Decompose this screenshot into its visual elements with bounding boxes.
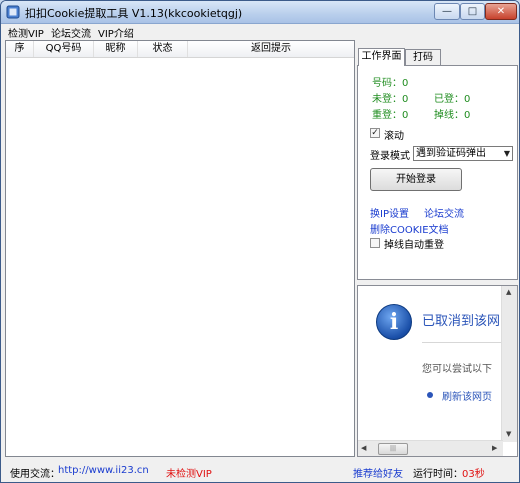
menu-vip-intro[interactable]: VIP介绍 — [98, 25, 134, 40]
tab-work[interactable]: 工作界面 — [358, 48, 405, 66]
close-button[interactable]: ✕ — [485, 3, 517, 20]
drop-stat: 掉线：0 — [434, 110, 471, 121]
maximize-button[interactable]: □ — [460, 3, 485, 20]
menu-bar: 检测VIP 论坛交流 VIP介绍 — [1, 24, 519, 40]
column-header-status[interactable]: 状态 — [138, 41, 188, 57]
chevron-down-icon: ▼ — [503, 149, 510, 158]
done-stat: 已登：0 — [434, 94, 471, 105]
refresh-page-link[interactable]: 刷新该网页 — [442, 388, 492, 403]
list-header: 序 QQ号码 昵称 状态 返回提示 — [6, 41, 354, 58]
login-mode-select[interactable]: 遇到验证码弹出 ▼ — [413, 146, 513, 161]
retry-stat: 重登：0 — [372, 110, 409, 121]
recommend-link[interactable]: 推荐给好友 — [353, 465, 403, 480]
status-bar: 使用交流： http://www.ii23.cn 未检测VIP 推荐给好友 运行… — [1, 460, 519, 482]
vip-status: 未检测VIP — [166, 469, 212, 480]
runtime-label: 运行时间： — [413, 469, 463, 480]
menu-forum[interactable]: 论坛交流 — [51, 25, 91, 40]
check-icon: ✓ — [371, 128, 379, 138]
column-header-index[interactable]: 序 — [6, 41, 34, 57]
menu-check-vip[interactable]: 检测VIP — [8, 25, 44, 40]
column-header-return[interactable]: 返回提示 — [188, 41, 354, 57]
window-title: 扣扣Cookie提取工具 V1.13(kkcookietqgj) — [25, 7, 243, 20]
vertical-scrollbar[interactable]: ▲ ▼ — [501, 286, 517, 442]
scroll-thumb[interactable]: ||| — [378, 443, 408, 455]
start-login-button[interactable]: 开始登录 — [370, 168, 462, 191]
runtime-value: 03秒 — [462, 469, 485, 480]
ip-settings-link[interactable]: 换IP设置 — [370, 205, 409, 220]
bullet-icon — [427, 392, 433, 398]
count-stat: 号码：0 — [372, 78, 409, 89]
auto-relogin-label: 掉线自动重登 — [384, 240, 444, 251]
tab-captcha[interactable]: 打码 — [405, 49, 441, 65]
scroll-checkbox[interactable]: ✓ — [370, 128, 380, 138]
column-header-nickname[interactable]: 昵称 — [94, 41, 138, 57]
contact-url-link[interactable]: http://www.ii23.cn — [58, 465, 149, 476]
scroll-left-icon[interactable]: ◀ — [361, 444, 366, 452]
minimize-button[interactable]: — — [434, 3, 460, 20]
horizontal-scrollbar[interactable]: ◀ ||| ▶ — [358, 440, 503, 456]
info-icon: i — [376, 304, 412, 340]
title-bar[interactable]: 扣扣Cookie提取工具 V1.13(kkcookietqgj) — □ ✕ — [1, 1, 519, 24]
scroll-label: 滚动 — [384, 131, 404, 142]
auto-relogin-checkbox[interactable] — [370, 238, 380, 248]
login-mode-value: 遇到验证码弹出 — [416, 148, 486, 159]
app-window: 扣扣Cookie提取工具 V1.13(kkcookietqgj) — □ ✕ 检… — [0, 0, 520, 483]
scroll-up-icon[interactable]: ▲ — [506, 288, 511, 296]
forum-link[interactable]: 论坛交流 — [424, 205, 464, 220]
work-panel: 号码：0 未登：0 已登：0 重登：0 掉线：0 ✓ 滚动 登录模式 遇到验证码… — [357, 65, 518, 280]
app-icon — [6, 5, 20, 19]
delete-cookie-link[interactable]: 删除COOKIE文档 — [370, 221, 449, 236]
minimize-icon: — — [442, 6, 452, 17]
error-title: 已取消到该网 — [422, 314, 501, 329]
close-icon: ✕ — [496, 6, 506, 17]
account-list[interactable]: 序 QQ号码 昵称 状态 返回提示 — [5, 40, 355, 457]
embedded-browser: i 已取消到该网 您可以尝试以下 刷新该网页 ▲ ▼ ◀ ||| ▶ — [357, 285, 518, 457]
pending-stat: 未登：0 — [372, 94, 409, 105]
maximize-icon: □ — [467, 6, 478, 17]
scroll-down-icon[interactable]: ▼ — [506, 430, 511, 438]
column-header-qq[interactable]: QQ号码 — [34, 41, 94, 57]
scroll-right-icon[interactable]: ▶ — [492, 444, 497, 452]
login-mode-label: 登录模式 — [370, 151, 410, 162]
error-subtitle: 您可以尝试以下 — [422, 364, 492, 375]
contact-label: 使用交流： — [10, 469, 60, 480]
